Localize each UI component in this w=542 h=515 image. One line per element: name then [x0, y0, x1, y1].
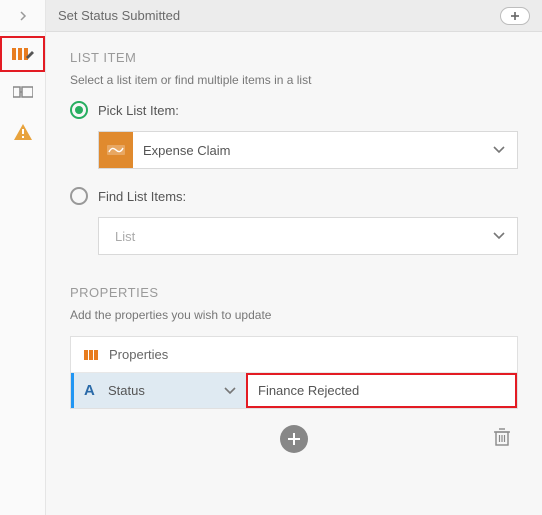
properties-header-icon [83, 348, 101, 362]
plus-pill-icon [510, 11, 520, 21]
title-bar: Set Status Submitted [46, 0, 542, 32]
property-value-text: Finance Rejected [258, 383, 359, 398]
find-list-items-label: Find List Items: [98, 189, 186, 204]
left-sidebar [0, 0, 46, 515]
properties-table-header: Properties [71, 337, 517, 373]
properties-heading: PROPERTIES [70, 285, 518, 300]
property-key-label: Status [108, 383, 145, 398]
warning-icon [13, 123, 33, 141]
chevron-down-icon [481, 227, 517, 245]
property-value-cell[interactable]: Finance Rejected [246, 373, 517, 408]
property-key-cell[interactable]: A Status [74, 373, 246, 408]
properties-table: Properties A Status Finance Rejected [70, 336, 518, 409]
trash-icon [494, 428, 510, 446]
plus-icon [287, 432, 301, 446]
sidebar-item-form[interactable] [0, 72, 45, 112]
radio-selected-icon [70, 101, 88, 119]
find-list-items-radio[interactable]: Find List Items: [70, 187, 518, 205]
properties-section: PROPERTIES Add the properties you wish t… [70, 285, 518, 457]
radio-unselected-icon [70, 187, 88, 205]
properties-subheading: Add the properties you wish to update [70, 308, 518, 322]
pick-list-item-radio[interactable]: Pick List Item: [70, 101, 518, 119]
sidebar-item-data[interactable] [0, 36, 45, 72]
find-list-items-placeholder: List [99, 229, 481, 244]
content-area: LIST ITEM Select a list item or find mul… [46, 32, 542, 515]
properties-header-label: Properties [109, 347, 168, 362]
collapse-toggle[interactable] [0, 0, 45, 32]
panel-title: Set Status Submitted [58, 8, 180, 23]
sidebar-item-warning[interactable] [0, 112, 45, 152]
pick-list-item-dropdown[interactable]: Expense Claim [98, 131, 518, 169]
properties-actions [70, 409, 518, 457]
property-row: A Status Finance Rejected [71, 373, 517, 408]
pick-list-item-value: Expense Claim [133, 143, 481, 158]
find-list-items-dropdown[interactable]: List [98, 217, 518, 255]
form-icon [13, 84, 33, 100]
chevron-right-icon [18, 11, 28, 21]
delete-property-button[interactable] [494, 428, 510, 451]
text-type-icon: A [84, 382, 100, 399]
expense-claim-icon [99, 132, 133, 168]
chevron-down-icon [224, 383, 236, 398]
pick-list-item-label: Pick List Item: [98, 103, 179, 118]
list-item-heading: LIST ITEM [70, 50, 518, 65]
chevron-down-icon [481, 141, 517, 159]
toggle-visibility-button[interactable] [500, 7, 530, 25]
data-edit-icon [12, 45, 34, 63]
main-pane: Set Status Submitted LIST ITEM Select a … [46, 0, 542, 515]
list-item-subheading: Select a list item or find multiple item… [70, 73, 518, 87]
add-property-button[interactable] [280, 425, 308, 453]
